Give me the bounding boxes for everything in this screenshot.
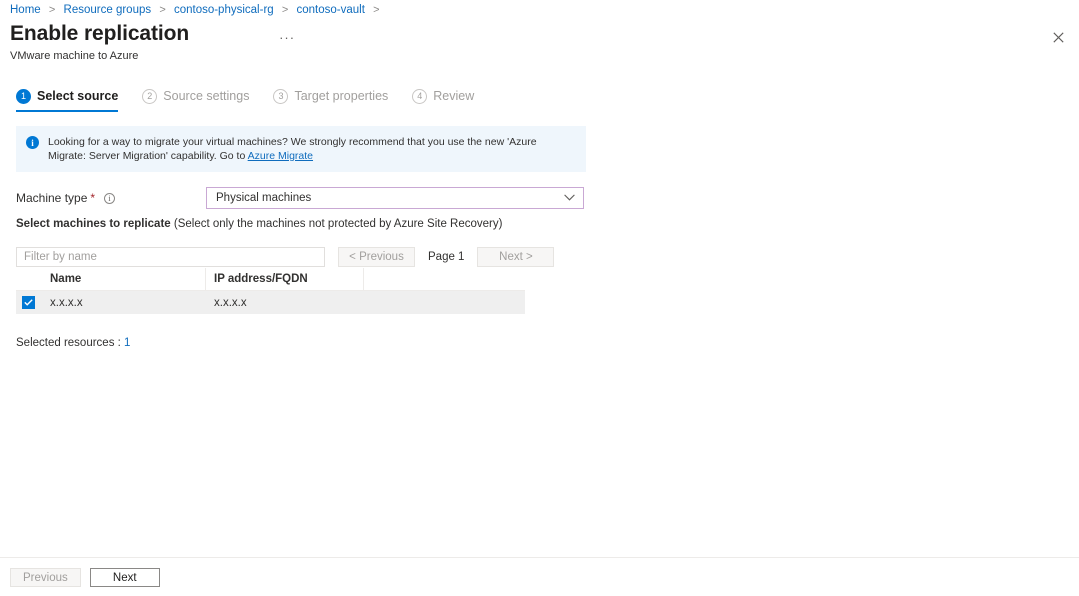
step-label: Target properties bbox=[294, 88, 389, 103]
wizard-footer: Previous Next bbox=[10, 568, 160, 587]
table-header-name: Name bbox=[42, 268, 206, 290]
table-header-checkbox bbox=[16, 268, 42, 290]
select-machines-heading-bold: Select machines to replicate bbox=[16, 218, 171, 230]
breadcrumb-separator: > bbox=[48, 4, 56, 16]
step-number-badge: 2 bbox=[142, 88, 158, 104]
selected-resources-count[interactable]: 1 bbox=[124, 337, 130, 349]
info-banner: i Looking for a way to migrate your virt… bbox=[16, 126, 586, 172]
breadcrumb-item-contoso-physical-rg[interactable]: contoso-physical-rg bbox=[174, 4, 274, 16]
step-number-badge: 1 bbox=[16, 88, 31, 104]
footer-divider bbox=[0, 557, 1079, 558]
breadcrumb-item-home[interactable]: Home bbox=[10, 4, 41, 16]
step-label: Select source bbox=[37, 88, 119, 103]
check-icon bbox=[24, 299, 33, 306]
step-label: Source settings bbox=[163, 88, 250, 103]
machines-table: Name IP address/FQDN x.x.x.x x.x.x.x bbox=[16, 268, 525, 314]
breadcrumb-item-resource-groups[interactable]: Resource groups bbox=[64, 4, 152, 16]
machine-type-dropdown[interactable]: Physical machines bbox=[206, 187, 584, 209]
selected-resources-label: Selected resources : bbox=[16, 337, 125, 349]
wizard-steps: 1 Select source 2 Source settings 3 Targ… bbox=[16, 86, 498, 112]
select-machines-heading-note: (Select only the machines not protected … bbox=[170, 218, 503, 230]
breadcrumb-item-contoso-vault[interactable]: contoso-vault bbox=[297, 4, 365, 16]
info-circle-icon[interactable]: i bbox=[104, 192, 116, 204]
machine-type-row: Machine type * i Physical machines bbox=[16, 187, 586, 209]
enable-replication-blade: Home > Resource groups > contoso-physica… bbox=[0, 0, 1079, 596]
info-banner-text: Looking for a way to migrate your virtua… bbox=[48, 135, 576, 163]
azure-migrate-link[interactable]: Azure Migrate bbox=[248, 150, 313, 162]
previous-button[interactable]: Previous bbox=[10, 568, 81, 587]
more-options-icon[interactable]: ··· bbox=[275, 31, 299, 44]
next-page-button[interactable]: Next > bbox=[477, 247, 555, 267]
table-header-extra bbox=[364, 268, 525, 290]
machine-type-label: Machine type * i bbox=[16, 191, 206, 205]
step-select-source[interactable]: 1 Select source bbox=[16, 86, 119, 112]
info-icon: i bbox=[26, 136, 39, 149]
step-number-badge: 3 bbox=[273, 88, 289, 104]
table-row-checkbox-cell bbox=[16, 296, 42, 309]
close-icon bbox=[1052, 31, 1064, 43]
next-button[interactable]: Next bbox=[89, 568, 160, 587]
page-subtitle: VMware machine to Azure bbox=[10, 50, 139, 62]
machine-type-value: Physical machines bbox=[216, 192, 312, 204]
required-marker: * bbox=[90, 191, 96, 205]
chevron-down-icon bbox=[564, 194, 575, 203]
page-indicator: Page 1 bbox=[428, 251, 465, 263]
select-machines-heading: Select machines to replicate (Select onl… bbox=[16, 217, 502, 232]
machines-toolbar: < Previous Page 1 Next > bbox=[16, 247, 555, 267]
step-review[interactable]: 4 Review bbox=[412, 86, 474, 112]
machine-type-label-text: Machine type bbox=[16, 191, 88, 205]
step-number-badge: 4 bbox=[412, 88, 428, 104]
table-cell-ip-fqdn: x.x.x.x bbox=[214, 296, 247, 309]
breadcrumb-separator: > bbox=[281, 4, 289, 16]
close-button[interactable] bbox=[1047, 26, 1069, 48]
previous-page-button[interactable]: < Previous bbox=[338, 247, 415, 267]
page-title: Enable replication bbox=[10, 22, 190, 45]
breadcrumb: Home > Resource groups > contoso-physica… bbox=[10, 3, 385, 17]
step-target-properties[interactable]: 3 Target properties bbox=[273, 86, 388, 112]
step-source-settings[interactable]: 2 Source settings bbox=[142, 86, 249, 112]
row-checkbox[interactable] bbox=[22, 296, 35, 309]
breadcrumb-separator: > bbox=[159, 4, 166, 16]
table-cell-name: x.x.x.x bbox=[50, 296, 83, 309]
table-header-row: Name IP address/FQDN bbox=[16, 268, 525, 291]
step-label: Review bbox=[433, 88, 475, 103]
table-header-ip-fqdn: IP address/FQDN bbox=[206, 268, 364, 290]
breadcrumb-separator: > bbox=[373, 4, 380, 16]
table-row[interactable]: x.x.x.x x.x.x.x bbox=[16, 291, 525, 314]
selected-resources: Selected resources : 1 bbox=[16, 337, 130, 349]
filter-by-name-input[interactable] bbox=[16, 247, 325, 267]
title-row: Enable replication ··· bbox=[10, 21, 299, 47]
